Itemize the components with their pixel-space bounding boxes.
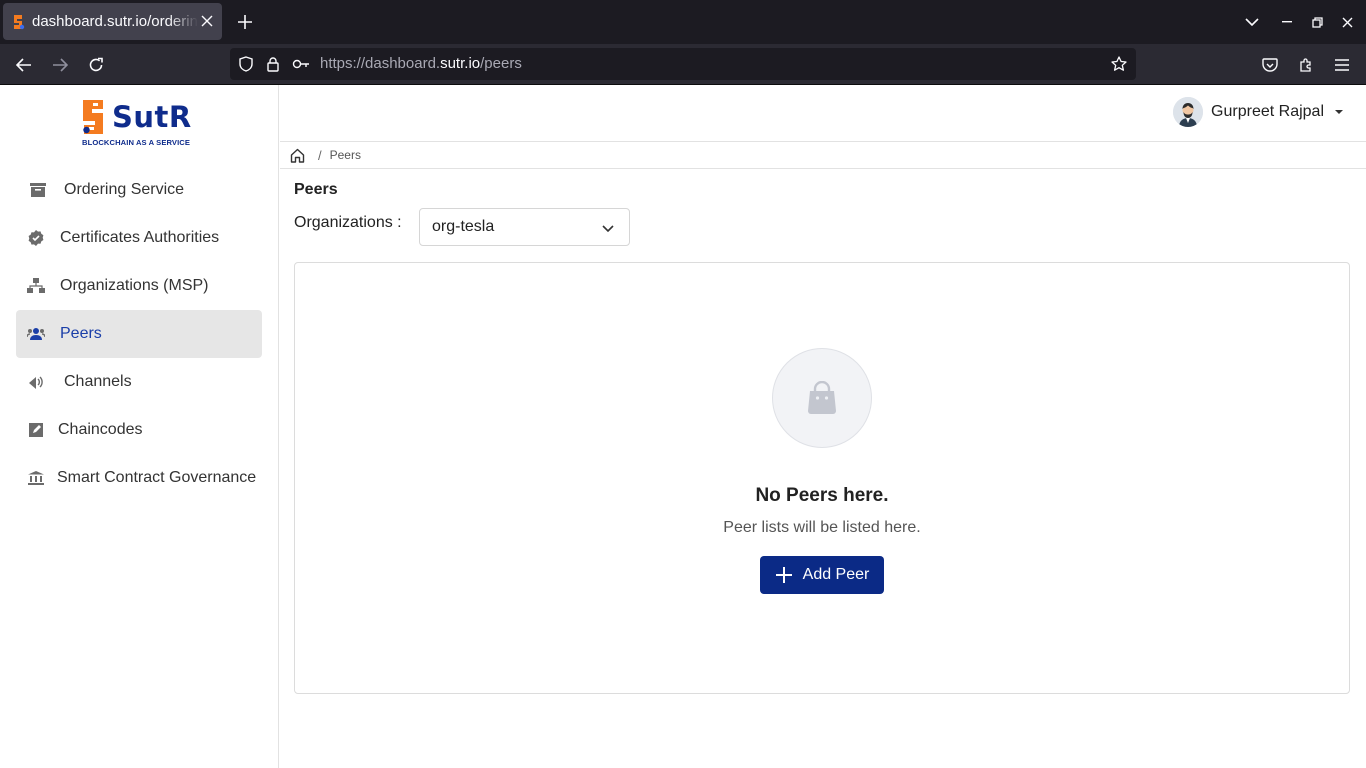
close-tab-icon[interactable] [198, 12, 216, 30]
verified-badge-icon [26, 228, 46, 248]
permissions-key-icon[interactable] [292, 55, 310, 73]
user-name: Gurpreet Rajpal [1211, 103, 1324, 120]
logo-wordmark: SutR [112, 100, 192, 134]
address-bar[interactable]: https://dashboard.sutr.io/peers [230, 48, 1136, 80]
lock-icon[interactable] [264, 55, 282, 73]
sidebar-item-label: Smart Contract Governance [57, 469, 257, 486]
sidebar-item-label: Channels [64, 373, 132, 390]
sidebar-item-label: Organizations (MSP) [60, 277, 209, 294]
new-tab-icon[interactable] [234, 11, 256, 33]
bookmark-star-icon[interactable] [1110, 55, 1128, 73]
restore-icon[interactable] [1306, 11, 1328, 33]
plus-icon [775, 567, 792, 583]
sidebar-item-label: Ordering Service [64, 181, 185, 198]
sidebar-item-certificates-authorities[interactable]: Certificates Authorities [16, 214, 262, 262]
broadcast-icon [26, 372, 46, 392]
breadcrumb-separator: / [318, 147, 322, 163]
add-peer-button-label: Add Peer [802, 566, 870, 583]
sidebar-menu: Ordering Service Certificates Authoritie… [16, 166, 262, 502]
empty-state-subtitle: Peer lists will be listed here. [723, 519, 921, 536]
logo-tagline: BLOCKCHAIN AS A SERVICE [82, 138, 191, 147]
empty-state-illustration [772, 348, 872, 448]
pocket-icon[interactable] [1257, 52, 1283, 78]
sutr-logo-mark-icon [83, 100, 103, 134]
browser-tab-bar: dashboard.sutr.io/ordering [0, 0, 1366, 44]
sutr-logo[interactable]: SutR BLOCKCHAIN AS A SERVICE [82, 100, 202, 148]
sidebar-item-label: Chaincodes [58, 421, 143, 438]
peers-empty-card: No Peers here. Peer lists will be listed… [294, 262, 1350, 694]
chevron-down-icon [601, 221, 615, 235]
bank-icon [26, 468, 46, 488]
sidebar-item-label: Peers [60, 325, 102, 342]
organization-select[interactable]: org-tesla [419, 208, 630, 246]
sidebar-item-label: Certificates Authorities [60, 229, 220, 246]
home-icon[interactable] [290, 147, 306, 163]
back-icon[interactable] [11, 52, 37, 78]
app-header: Gurpreet Rajpal [280, 85, 1366, 142]
hierarchy-icon [26, 276, 46, 296]
sidebar-item-channels[interactable]: Channels [16, 358, 262, 406]
sidebar-item-organizations[interactable]: Organizations (MSP) [16, 262, 262, 310]
caret-down-icon [1334, 107, 1344, 117]
sidebar: SutR BLOCKCHAIN AS A SERVICE Ordering Se… [0, 85, 279, 768]
close-window-icon[interactable] [1336, 11, 1358, 33]
tab-title: dashboard.sutr.io/ordering [32, 13, 198, 30]
user-menu[interactable]: Gurpreet Rajpal [1173, 96, 1344, 128]
sidebar-item-peers[interactable]: Peers [16, 310, 262, 358]
edit-box-icon [26, 420, 46, 440]
peers-icon [26, 324, 46, 344]
empty-state-title: No Peers here. [755, 485, 889, 506]
inbox-icon [28, 180, 48, 200]
organization-select-value: org-tesla [432, 218, 495, 235]
sidebar-item-ordering-service[interactable]: Ordering Service [16, 166, 262, 214]
organizations-label: Organizations : [294, 214, 402, 231]
tab-list-icon[interactable] [1241, 11, 1263, 33]
browser-nav-bar: https://dashboard.sutr.io/peers [0, 44, 1366, 85]
menu-hamburger-icon[interactable] [1329, 52, 1355, 78]
reload-icon[interactable] [83, 52, 109, 78]
url-text: https://dashboard.sutr.io/peers [320, 55, 522, 72]
sidebar-item-chaincodes[interactable]: Chaincodes [16, 406, 262, 454]
breadcrumb: / Peers [280, 142, 1366, 169]
forward-icon[interactable] [47, 52, 73, 78]
browser-tab[interactable]: dashboard.sutr.io/ordering [3, 3, 222, 40]
add-peer-button[interactable]: Add Peer [760, 556, 884, 594]
avatar [1173, 97, 1204, 127]
extensions-icon[interactable] [1293, 52, 1319, 78]
sidebar-item-smart-contract-governance[interactable]: Smart Contract Governance [16, 454, 262, 502]
minimize-icon[interactable] [1276, 11, 1298, 33]
page-title: Peers [294, 181, 338, 198]
shopping-bag-icon [808, 381, 836, 414]
breadcrumb-current: Peers [329, 148, 361, 162]
sutr-favicon-icon [11, 14, 27, 30]
shield-icon[interactable] [237, 55, 255, 73]
